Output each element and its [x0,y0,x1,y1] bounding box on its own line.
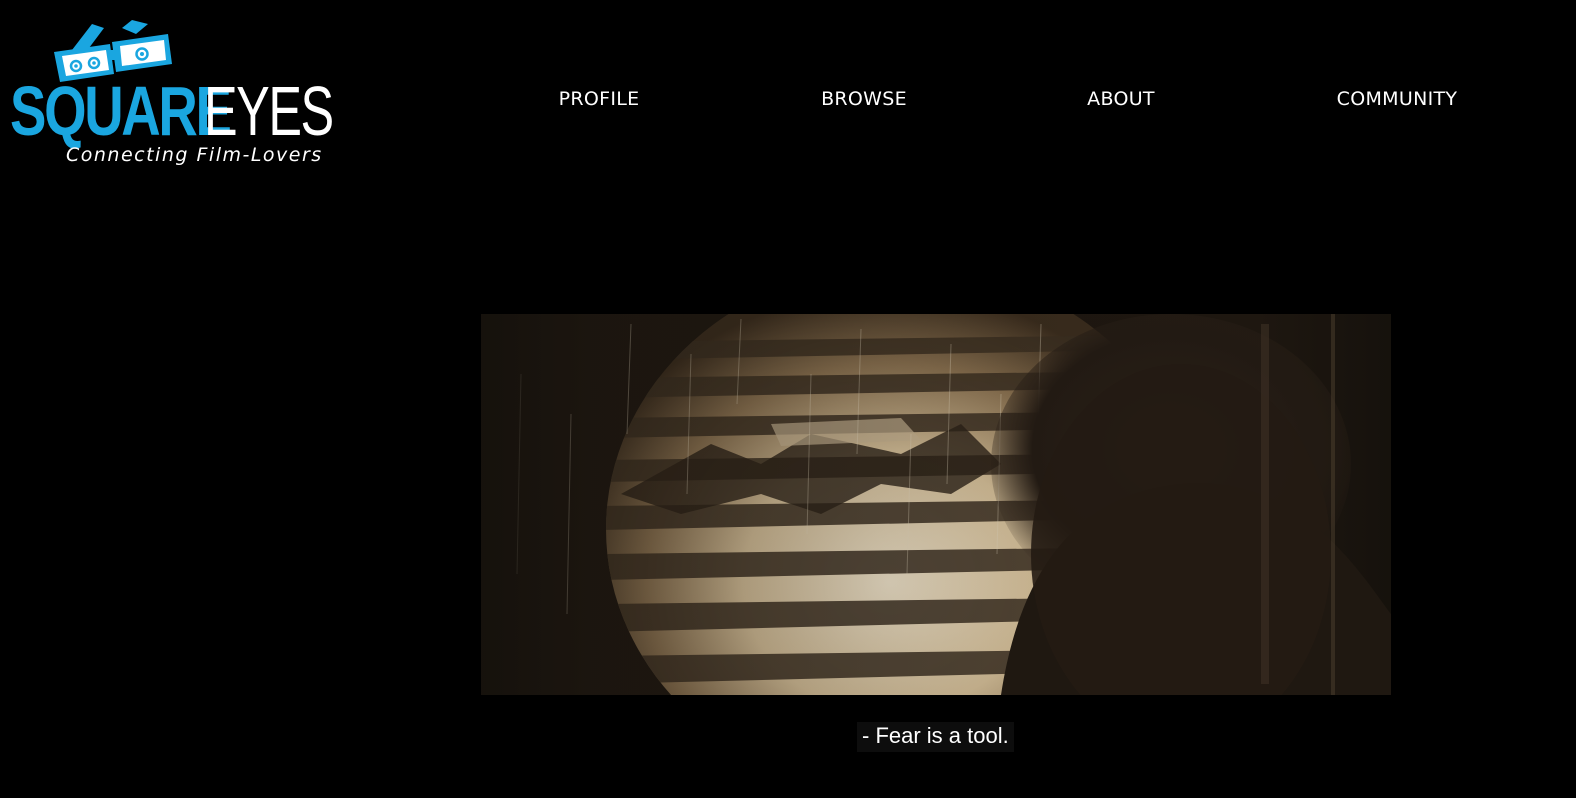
nav-item-community[interactable]: COMMUNITY [1337,88,1458,110]
video-player[interactable] [481,314,1391,695]
nav-item-browse[interactable]: BROWSE [821,88,907,110]
video-frame-image [481,314,1391,695]
main-nav: PROFILE BROWSE ABOUT COMMUNITY [0,88,1576,112]
subtitle-row: - Fear is a tool. [0,722,1576,752]
page: SQUARE EYES Connecting Film-Lovers PROFI… [0,0,1576,798]
nav-item-profile[interactable]: PROFILE [559,88,640,110]
logo-tagline: Connecting Film-Lovers [66,144,323,166]
video-subtitle: - Fear is a tool. [857,722,1014,752]
nav-item-about[interactable]: ABOUT [1087,88,1155,110]
